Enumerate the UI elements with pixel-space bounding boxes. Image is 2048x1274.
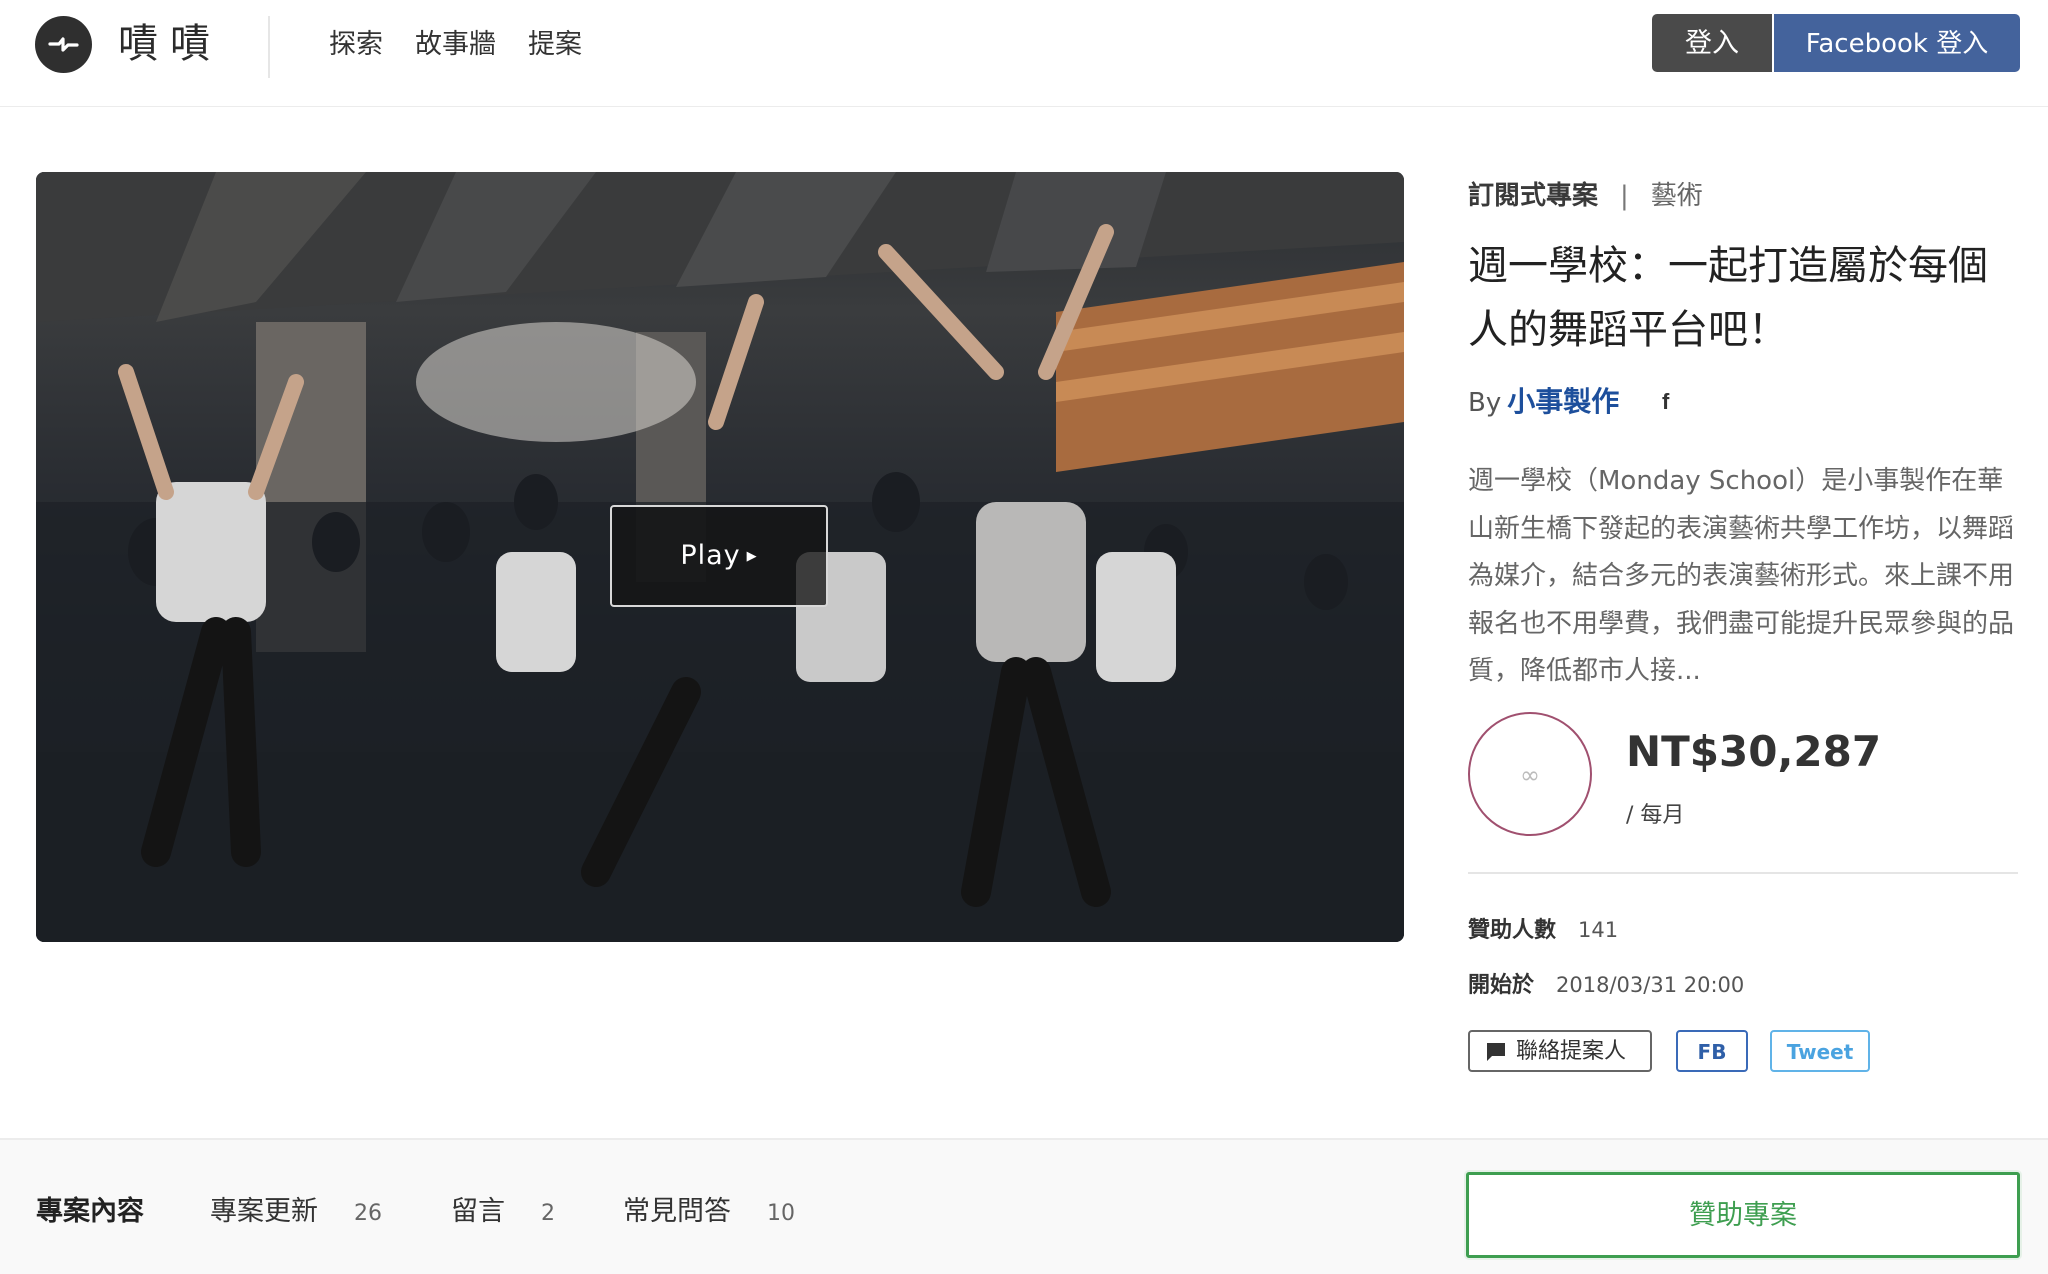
tab-comments-label: 留言 <box>451 1196 505 1227</box>
project-type[interactable]: 訂閱式專案 <box>1468 181 1598 211</box>
project-category[interactable]: 藝術 <box>1651 181 1703 211</box>
chat-bubble-icon <box>1487 1043 1505 1061</box>
play-icon: ▶ <box>746 548 758 564</box>
backers-value: 141 <box>1578 918 1619 942</box>
tab-faq[interactable]: 常見問答 10 <box>623 1192 795 1234</box>
facebook-share-button[interactable]: FB <box>1676 1030 1748 1072</box>
play-button[interactable]: Play ▶ <box>610 505 828 607</box>
tab-comments-count: 2 <box>541 1201 555 1226</box>
start-date-stat: 開始於 2018/03/31 20:00 <box>1468 967 1744 1004</box>
tab-content[interactable]: 專案內容 <box>36 1192 144 1232</box>
tweet-button[interactable]: Tweet <box>1770 1030 1870 1072</box>
amount-period: / 每月 <box>1626 803 1685 828</box>
start-label: 開始於 <box>1468 973 1535 998</box>
project-title: 週一學校：一起打造屬於每個人的舞蹈平台吧！ <box>1468 243 1988 353</box>
project-video[interactable]: Play ▶ <box>36 172 1404 942</box>
main-nav: 探索 故事牆 提案 <box>329 25 614 65</box>
tab-updates-count: 26 <box>354 1201 382 1226</box>
contact-creator-label: 聯絡提案人 <box>1516 1039 1627 1064</box>
facebook-icon[interactable]: f <box>1662 386 1669 418</box>
author-link[interactable]: 小事製作 <box>1507 385 1619 418</box>
nav-propose[interactable]: 提案 <box>528 25 582 65</box>
tab-updates-label: 專案更新 <box>210 1196 318 1227</box>
nav-explore[interactable]: 探索 <box>329 25 383 65</box>
contact-creator-button[interactable]: 聯絡提案人 <box>1468 1030 1652 1072</box>
nav-story-wall[interactable]: 故事牆 <box>415 25 496 65</box>
meta-separator: | <box>1620 181 1629 211</box>
tab-faq-count: 10 <box>767 1201 795 1226</box>
goal-progress-ring: ∞ <box>1468 712 1592 836</box>
facebook-login-button[interactable]: Facebook 登入 <box>1774 14 2020 72</box>
play-label: Play <box>680 540 741 571</box>
back-project-button[interactable]: 贊助專案 <box>1466 1172 2020 1258</box>
start-value: 2018/03/31 20:00 <box>1556 973 1745 997</box>
backers-stat: 贊助人數 141 <box>1468 912 1618 949</box>
by-label: By <box>1468 388 1502 418</box>
tab-faq-label: 常見問答 <box>623 1196 731 1227</box>
logo-icon[interactable] <box>35 16 92 73</box>
project-tab-bar: 專案內容 專案更新 26 留言 2 常見問答 10 贊助專案 <box>0 1138 2048 1274</box>
infinity-icon: ∞ <box>1520 761 1540 789</box>
raised-amount: NT$30,287 <box>1626 727 1882 776</box>
backers-label: 贊助人數 <box>1468 918 1557 943</box>
project-description: 週一學校（Monday School）是小事製作在華山新生橋下發起的表演藝術共學… <box>1468 466 2015 686</box>
tab-content-label: 專案內容 <box>36 1196 144 1227</box>
tab-updates[interactable]: 專案更新 26 <box>210 1192 382 1234</box>
project-meta: 訂閱式專案 | 藝術 <box>1468 176 1703 216</box>
header-divider <box>268 16 270 78</box>
byline: By 小事製作 <box>1468 382 1619 423</box>
tab-comments[interactable]: 留言 2 <box>451 1192 555 1234</box>
login-button[interactable]: 登入 <box>1652 14 1772 72</box>
logo-text[interactable]: 嘖嘖 <box>118 18 222 70</box>
divider <box>1468 872 2018 874</box>
site-header: 嘖嘖 探索 故事牆 提案 登入 Facebook 登入 <box>0 0 2048 107</box>
